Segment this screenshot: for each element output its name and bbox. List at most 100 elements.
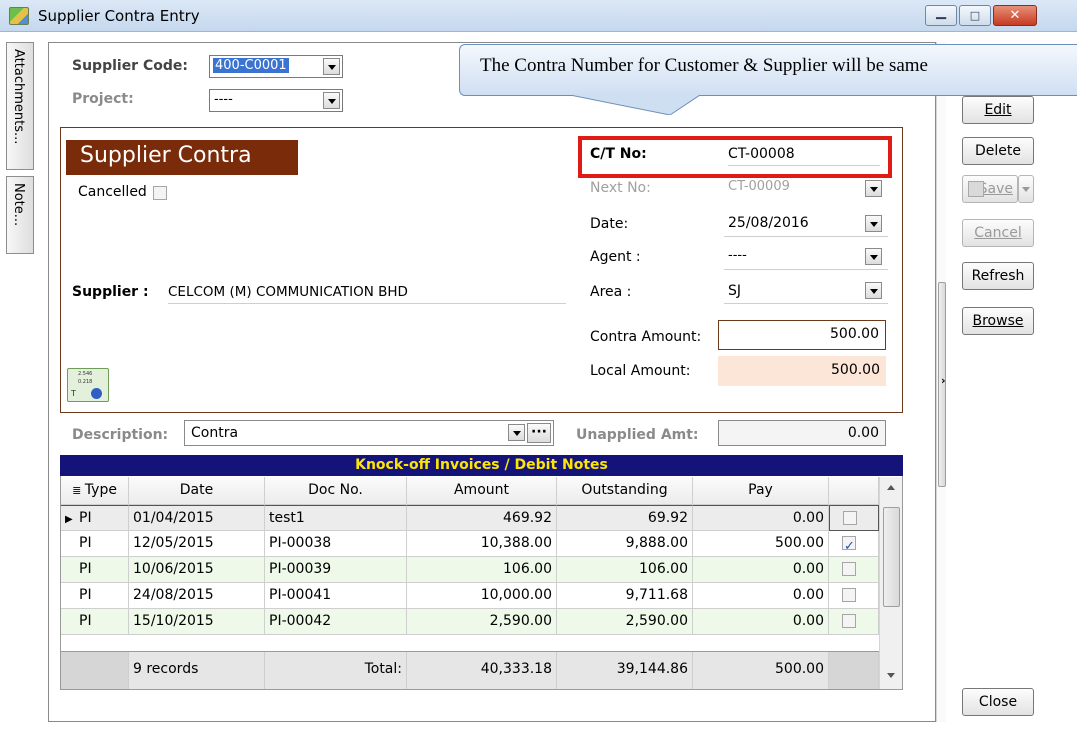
area-select[interactable]: SJ [724,280,888,304]
table-row[interactable]: ▶ PI 01/04/2015 test1 469.92 69.92 0.00 [61,505,879,531]
cell-date[interactable]: 12/05/2015 [129,531,265,557]
description-label: Description: [72,427,169,443]
chevron-down-icon[interactable] [508,424,525,441]
date-picker[interactable]: 25/08/2016 [724,213,888,237]
row-select-checkbox[interactable] [842,562,856,576]
table-row[interactable]: PI 10/06/2015 PI-00039 106.00 106.00 0.00 [61,557,879,583]
column-chooser-icon[interactable]: ≣ [72,484,85,497]
column-header-type[interactable]: ≣ Type [61,477,129,505]
table-row[interactable]: PI 15/10/2015 PI-00042 2,590.00 2,590.00 0.00 [61,609,879,635]
grid-scroll-thumb[interactable] [883,507,900,607]
column-header-date[interactable]: Date [129,477,265,505]
records-count: 9 records [129,652,265,689]
browse-button[interactable]: Browse [962,307,1034,335]
cell-type[interactable]: PI [61,557,129,583]
tab-note[interactable]: Note... [6,176,34,254]
column-header-doc[interactable]: Doc No. [265,477,407,505]
cell-doc[interactable]: PI-00042 [265,609,407,635]
ct-no-field[interactable]: CT-00008 [728,146,880,166]
cell-select[interactable] [829,583,879,609]
chevron-down-icon[interactable] [323,58,340,75]
column-header-outstanding[interactable]: Outstanding [557,477,693,505]
cell-pay[interactable]: 0.00 [693,505,829,531]
next-no-select[interactable]: CT-00009 [724,178,888,201]
agent-select[interactable]: ---- [724,246,888,270]
save-options-dropdown[interactable] [1018,175,1034,203]
area-value: SJ [728,283,742,299]
calculator-icon[interactable]: 2.546 0.218 T [67,368,109,402]
column-header-select[interactable] [829,477,879,505]
save-button[interactable]: Save [962,175,1018,203]
cell-doc[interactable]: test1 [265,505,407,531]
chevron-down-icon[interactable] [323,92,340,109]
cell-amount[interactable]: 2,590.00 [407,609,557,635]
row-select-checkbox[interactable] [843,511,857,525]
cancel-button[interactable]: Cancel [962,219,1034,247]
cell-select[interactable] [829,609,879,635]
cell-pay[interactable]: 0.00 [693,557,829,583]
cell-amount[interactable]: 10,388.00 [407,531,557,557]
row-select-checkbox[interactable] [842,588,856,602]
tab-attachments[interactable]: Attachments... [6,42,34,170]
cell-amount[interactable]: 106.00 [407,557,557,583]
cell-doc[interactable]: PI-00041 [265,583,407,609]
grid-header-row: ≣ Type Date Doc No. Amount Outstanding Pay [61,477,879,505]
cell-select[interactable] [829,505,879,531]
cell-amount[interactable]: 10,000.00 [407,583,557,609]
splitter-arrow-icon[interactable]: › [941,374,946,387]
cell-amount[interactable]: 469.92 [407,505,557,531]
column-header-pay[interactable]: Pay [693,477,829,505]
refresh-button[interactable]: Refresh [962,262,1034,290]
cell-date[interactable]: 10/06/2015 [129,557,265,583]
column-header-amount[interactable]: Amount [407,477,557,505]
app-icon [9,7,29,25]
cell-outstanding[interactable]: 9,711.68 [557,583,693,609]
cell-pay[interactable]: 0.00 [693,609,829,635]
cell-pay[interactable]: 0.00 [693,583,829,609]
delete-button[interactable]: Delete [962,137,1034,165]
contra-amount-input[interactable]: 500.00 [718,320,886,350]
cell-outstanding[interactable]: 9,888.00 [557,531,693,557]
local-amount-field: 500.00 [718,356,886,386]
cell-select[interactable] [829,531,879,557]
cell-outstanding[interactable]: 106.00 [557,557,693,583]
cell-doc[interactable]: PI-00038 [265,531,407,557]
minimize-button[interactable]: ▁ [925,5,957,26]
edit-button[interactable]: Edit [962,96,1034,124]
close-window-button[interactable]: ✕ [993,5,1037,26]
chevron-down-icon[interactable] [865,180,882,197]
unapplied-label: Unapplied Amt: [576,427,699,443]
scroll-up-icon[interactable] [887,485,895,490]
cancelled-checkbox[interactable] [153,186,167,200]
cell-type[interactable]: ▶ PI [61,505,129,531]
chevron-down-icon[interactable] [865,215,882,232]
chevron-down-icon[interactable] [865,248,882,265]
cell-pay[interactable]: 500.00 [693,531,829,557]
supplier-code-select[interactable]: 400-C0001 [209,55,343,78]
cell-type[interactable]: PI [61,583,129,609]
cell-date[interactable]: 24/08/2015 [129,583,265,609]
cell-outstanding[interactable]: 69.92 [557,505,693,531]
cell-outstanding[interactable]: 2,590.00 [557,609,693,635]
table-row[interactable]: PI 12/05/2015 PI-00038 10,388.00 9,888.00 500… [61,531,879,557]
grid-scrollbar[interactable] [879,477,902,689]
cell-type[interactable]: PI [61,609,129,635]
cell-date[interactable]: 15/10/2015 [129,609,265,635]
next-no-label: Next No: [590,180,651,196]
grid-footer: 9 records Total: 40,333.18 39,144.86 500… [61,651,879,689]
maximize-button[interactable]: □ [959,5,991,26]
row-select-checkbox[interactable] [842,614,856,628]
chevron-down-icon[interactable] [865,282,882,299]
description-more-button[interactable]: ··· [527,423,551,443]
cell-type[interactable]: PI [61,531,129,557]
table-row[interactable]: PI 24/08/2015 PI-00041 10,000.00 9,711.68 0.0… [61,583,879,609]
cell-select[interactable] [829,557,879,583]
scroll-down-icon[interactable] [887,673,895,678]
info-icon [91,388,102,399]
project-select[interactable]: ---- [209,89,343,112]
description-field[interactable]: Contra ··· [184,420,554,446]
row-select-checkbox[interactable] [842,534,856,556]
close-button[interactable]: Close [962,688,1034,716]
cell-doc[interactable]: PI-00039 [265,557,407,583]
cell-date[interactable]: 01/04/2015 [129,505,265,531]
